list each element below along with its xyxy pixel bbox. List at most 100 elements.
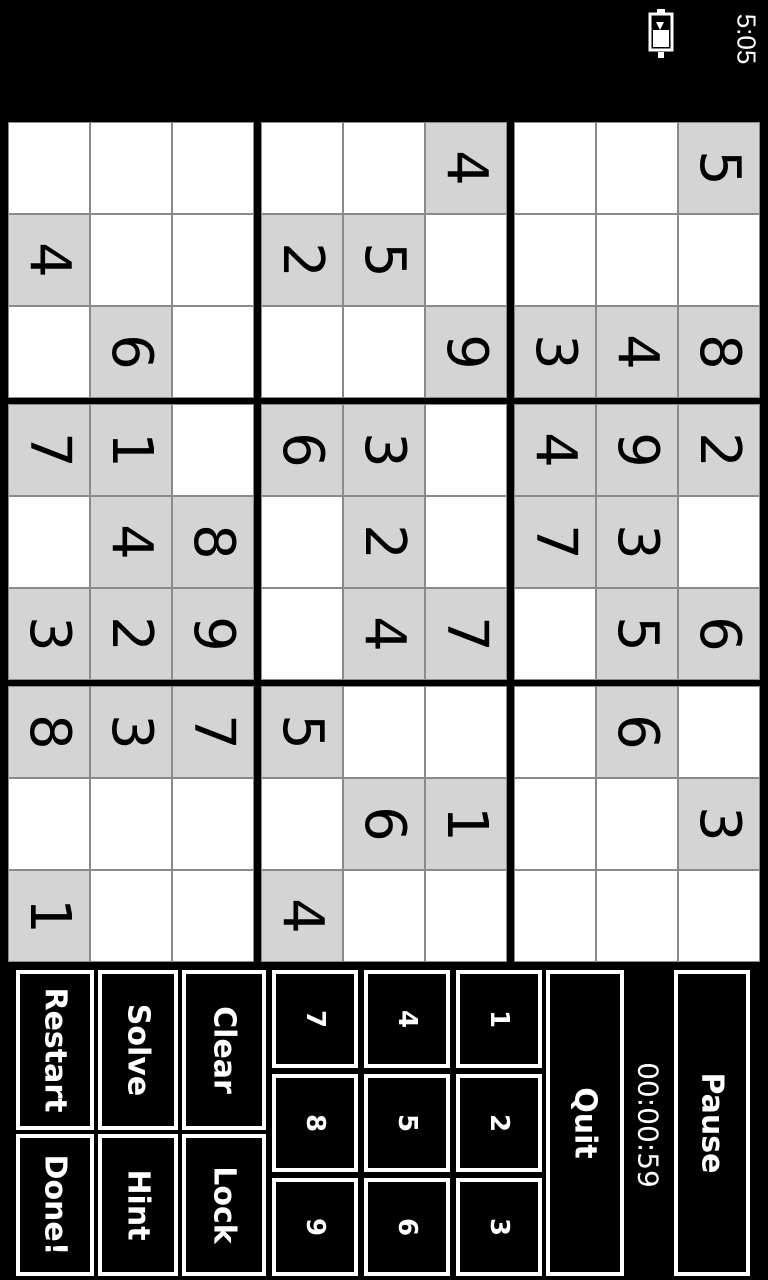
- sudoku-cell[interactable]: 3: [343, 404, 425, 496]
- sudoku-cell[interactable]: 1: [425, 778, 507, 870]
- sudoku-cell[interactable]: [596, 122, 678, 214]
- sudoku-cell[interactable]: 1: [90, 404, 172, 496]
- sudoku-cell[interactable]: 7: [425, 588, 507, 680]
- sudoku-cell[interactable]: 3: [90, 686, 172, 778]
- sudoku-cell[interactable]: [596, 870, 678, 962]
- sudoku-cell[interactable]: [343, 686, 425, 778]
- sudoku-cell[interactable]: 3: [514, 306, 596, 398]
- sudoku-cell[interactable]: 4: [8, 214, 90, 306]
- clear-button[interactable]: Clear: [182, 970, 266, 1130]
- sudoku-cell[interactable]: [261, 306, 343, 398]
- sudoku-cell[interactable]: [90, 122, 172, 214]
- keypad-button-9[interactable]: 9: [272, 1178, 358, 1276]
- sudoku-cell[interactable]: [172, 122, 254, 214]
- sudoku-cell[interactable]: 7: [172, 686, 254, 778]
- sudoku-cell[interactable]: [343, 870, 425, 962]
- pause-button[interactable]: Pause: [674, 970, 750, 1276]
- sudoku-cell[interactable]: 6: [678, 588, 760, 680]
- sudoku-cell[interactable]: [425, 214, 507, 306]
- sudoku-cell[interactable]: [678, 686, 760, 778]
- sudoku-cell[interactable]: [90, 778, 172, 870]
- sudoku-cell[interactable]: [514, 214, 596, 306]
- keypad-button-7[interactable]: 7: [272, 970, 358, 1068]
- sudoku-cell[interactable]: 3: [596, 496, 678, 588]
- sudoku-cell[interactable]: 4: [596, 306, 678, 398]
- sudoku-cell[interactable]: 2: [90, 588, 172, 680]
- sudoku-cell[interactable]: 3: [678, 778, 760, 870]
- sudoku-cell[interactable]: 4: [343, 588, 425, 680]
- sudoku-cell[interactable]: 8: [172, 496, 254, 588]
- quit-button[interactable]: Quit: [546, 970, 624, 1276]
- sudoku-cell[interactable]: [514, 686, 596, 778]
- sudoku-cell[interactable]: 2: [343, 496, 425, 588]
- done-button[interactable]: Done!: [16, 1134, 94, 1276]
- sudoku-cell[interactable]: [678, 214, 760, 306]
- sudoku-cell[interactable]: [343, 306, 425, 398]
- sudoku-cell[interactable]: 9: [172, 588, 254, 680]
- sudoku-cell[interactable]: 8: [678, 306, 760, 398]
- sudoku-cell[interactable]: 6: [343, 778, 425, 870]
- sudoku-cell[interactable]: 6: [596, 686, 678, 778]
- sudoku-cell[interactable]: 4: [90, 496, 172, 588]
- sudoku-cell[interactable]: 3: [8, 588, 90, 680]
- sudoku-cell[interactable]: [425, 870, 507, 962]
- sudoku-cell[interactable]: [596, 214, 678, 306]
- sudoku-cell[interactable]: [678, 496, 760, 588]
- sudoku-cell[interactable]: [172, 214, 254, 306]
- sudoku-cell[interactable]: [261, 496, 343, 588]
- keypad-button-3[interactable]: 3: [456, 1178, 542, 1276]
- sudoku-cell[interactable]: [514, 588, 596, 680]
- keypad-button-5[interactable]: 5: [364, 1074, 450, 1172]
- cell-value: 1: [99, 432, 164, 468]
- sudoku-cell[interactable]: 5: [261, 686, 343, 778]
- sudoku-cell[interactable]: [261, 588, 343, 680]
- sudoku-cell[interactable]: 7: [514, 496, 596, 588]
- sudoku-cell[interactable]: [425, 404, 507, 496]
- keypad-button-2[interactable]: 2: [456, 1074, 542, 1172]
- cell-value: 5: [270, 714, 335, 750]
- sudoku-cell[interactable]: [90, 214, 172, 306]
- sudoku-cell[interactable]: 2: [261, 214, 343, 306]
- sudoku-cell[interactable]: [261, 122, 343, 214]
- hint-button[interactable]: Hint: [98, 1134, 178, 1276]
- sudoku-cell[interactable]: [90, 870, 172, 962]
- sudoku-cell[interactable]: [514, 122, 596, 214]
- sudoku-cell[interactable]: [343, 122, 425, 214]
- solve-button[interactable]: Solve: [98, 970, 178, 1130]
- sudoku-cell[interactable]: 4: [261, 870, 343, 962]
- sudoku-cell[interactable]: [425, 686, 507, 778]
- sudoku-cell[interactable]: 4: [425, 122, 507, 214]
- sudoku-cell[interactable]: 5: [343, 214, 425, 306]
- sudoku-cell[interactable]: 2: [678, 404, 760, 496]
- sudoku-cell[interactable]: 9: [425, 306, 507, 398]
- sudoku-cell[interactable]: 8: [8, 686, 90, 778]
- sudoku-cell[interactable]: [678, 870, 760, 962]
- sudoku-cell[interactable]: [172, 778, 254, 870]
- sudoku-cell[interactable]: [425, 496, 507, 588]
- sudoku-cell[interactable]: 4: [514, 404, 596, 496]
- sudoku-cell[interactable]: [8, 778, 90, 870]
- keypad-button-6[interactable]: 6: [364, 1178, 450, 1276]
- sudoku-cell[interactable]: 5: [596, 588, 678, 680]
- sudoku-cell[interactable]: [8, 306, 90, 398]
- sudoku-cell[interactable]: [172, 404, 254, 496]
- sudoku-cell[interactable]: [172, 870, 254, 962]
- sudoku-cell[interactable]: [514, 778, 596, 870]
- sudoku-cell[interactable]: [172, 306, 254, 398]
- sudoku-cell[interactable]: 9: [596, 404, 678, 496]
- keypad-button-4[interactable]: 4: [364, 970, 450, 1068]
- sudoku-cell[interactable]: 5: [678, 122, 760, 214]
- restart-button[interactable]: Restart: [16, 970, 94, 1130]
- sudoku-cell[interactable]: 1: [8, 870, 90, 962]
- sudoku-cell[interactable]: [514, 870, 596, 962]
- keypad-button-1[interactable]: 1: [456, 970, 542, 1068]
- sudoku-cell[interactable]: 6: [90, 306, 172, 398]
- sudoku-cell[interactable]: 7: [8, 404, 90, 496]
- keypad-button-8[interactable]: 8: [272, 1074, 358, 1172]
- sudoku-cell[interactable]: [8, 496, 90, 588]
- lock-button[interactable]: Lock: [182, 1134, 266, 1276]
- sudoku-cell[interactable]: [8, 122, 90, 214]
- sudoku-cell[interactable]: [596, 778, 678, 870]
- sudoku-cell[interactable]: [261, 778, 343, 870]
- sudoku-cell[interactable]: 6: [261, 404, 343, 496]
